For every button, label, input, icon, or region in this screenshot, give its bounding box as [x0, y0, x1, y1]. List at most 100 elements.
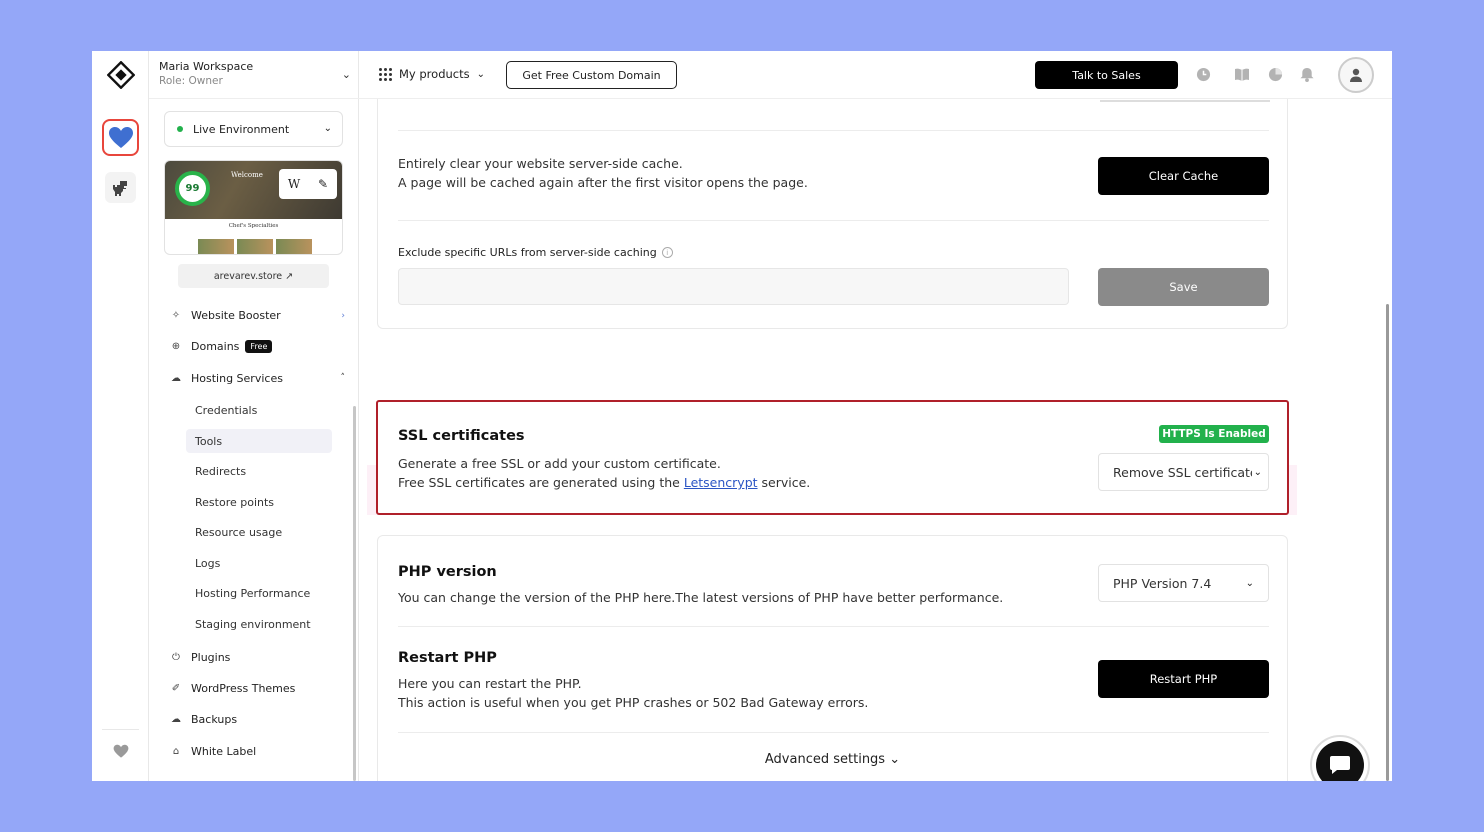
top-bar: My products ⌄ Get Free Custom Domain Tal… — [359, 51, 1392, 99]
php-version-description: You can change the version of the PHP he… — [398, 590, 1004, 605]
php-version-select[interactable]: PHP Version 7.4 ⌄ — [1098, 564, 1269, 602]
performance-score: 99 — [175, 171, 210, 206]
restart-php-line2: This action is useful when you get PHP c… — [398, 695, 869, 710]
cloud-upload-icon: ☁ — [171, 714, 181, 725]
app-window: Maria Workspace Role: Owner ⌄ Live Envir… — [92, 51, 1392, 781]
sidebar-subitem-tools[interactable]: Tools — [186, 429, 332, 453]
favorites-heart-icon[interactable] — [102, 729, 139, 759]
preview-toolbar: W ✎ — [279, 169, 337, 199]
nav-label: Plugins — [191, 651, 231, 664]
ssl-line2-suffix: service. — [757, 475, 811, 490]
site-url-link[interactable]: arevarev.store ↗ — [178, 264, 329, 288]
tag-icon: ⌂ — [172, 746, 180, 757]
environment-label: Live Environment — [193, 122, 290, 136]
main-scrollbar[interactable] — [1386, 304, 1389, 781]
sparkle-wand-icon: ✧ — [171, 310, 181, 321]
talk-to-sales-button[interactable]: Talk to Sales — [1035, 61, 1178, 89]
divider — [398, 130, 1269, 131]
sidebar-item-domains[interactable]: ⊕ Domains Free — [169, 340, 273, 353]
sidebar-subitem-credentials[interactable]: Credentials — [186, 398, 332, 422]
ssl-line2-prefix: Free SSL certificates are generated usin… — [398, 475, 684, 490]
chat-bubble-icon — [1316, 741, 1364, 781]
divider — [398, 626, 1269, 627]
ssl-certificates-card: SSL certificates HTTPS Is Enabled Genera… — [376, 400, 1289, 515]
advanced-settings-toggle[interactable]: Advanced settings ⌄ — [378, 752, 1287, 767]
sidebar-item-wordpress-themes[interactable]: ✐ WordPress Themes — [169, 682, 296, 695]
sidebar-subitem-logs[interactable]: Logs — [186, 551, 332, 575]
nav-label: WordPress Themes — [191, 682, 296, 695]
sidebar-subitem-resource-usage[interactable]: Resource usage — [186, 520, 332, 544]
edit-pencil-icon[interactable]: ✎ — [318, 177, 328, 191]
restart-php-line1: Here you can restart the PHP. — [398, 676, 582, 691]
site-heart-icon[interactable] — [102, 119, 139, 156]
cloud-icon: ☁ — [171, 373, 181, 384]
cache-description-line1: Entirely clear your website server-side … — [398, 156, 683, 171]
divider — [398, 732, 1269, 733]
info-icon[interactable]: i — [661, 247, 673, 258]
chevron-down-icon: ⌄ — [341, 68, 351, 81]
sidebar-subitem-hosting-performance[interactable]: Hosting Performance — [186, 581, 332, 605]
chevron-up-icon: ˄ — [340, 373, 346, 383]
site-preview[interactable]: Welcome 99 W ✎ Chef's Specialties — [164, 160, 343, 255]
workspace-name: Maria Workspace — [159, 60, 254, 73]
nav-label: Backups — [191, 713, 238, 726]
nav-label: Domains — [191, 340, 240, 353]
plug-icon: ⏻ — [172, 652, 180, 663]
exclude-urls-label: Exclude specific URLs from server-side c… — [398, 246, 673, 259]
main-content: Entirely clear your website server-side … — [359, 99, 1392, 781]
status-dot-icon — [177, 126, 183, 132]
globe-icon: ⊕ — [171, 341, 181, 352]
chevron-down-icon: ⌄ — [323, 123, 332, 134]
workspace-role: Role: Owner — [159, 75, 223, 87]
restart-php-title: Restart PHP — [398, 650, 497, 666]
book-icon[interactable] — [1233, 65, 1251, 83]
exclude-urls-text: Exclude specific URLs from server-side c… — [398, 246, 657, 259]
sidebar-item-white-label[interactable]: ⌂ White Label — [169, 745, 256, 758]
user-avatar[interactable] — [1338, 57, 1374, 93]
get-free-domain-button[interactable]: Get Free Custom Domain — [506, 61, 677, 89]
pie-chart-icon[interactable] — [1266, 65, 1284, 83]
sidebar-item-backups[interactable]: ☁ Backups — [169, 713, 237, 726]
sidebar-item-plugins[interactable]: ⏻ Plugins — [169, 651, 230, 664]
sidebar-scrollbar[interactable] — [353, 406, 356, 781]
save-button[interactable]: Save — [1098, 268, 1269, 306]
divider — [398, 220, 1269, 221]
paint-brush-icon: ✐ — [171, 683, 181, 694]
chevron-down-icon: ⌄ — [476, 68, 485, 80]
restart-php-button[interactable]: Restart PHP — [1098, 660, 1269, 698]
previous-field-edge — [1100, 100, 1270, 102]
php-version-title: PHP version — [398, 564, 497, 580]
my-products-menu[interactable]: My products ⌄ — [379, 67, 485, 81]
sidebar-subitem-restore-points[interactable]: Restore points — [186, 490, 332, 514]
chevron-down-icon: ⌄ — [1251, 466, 1262, 478]
sidebar-subitem-redirects[interactable]: Redirects — [186, 459, 332, 483]
cache-card: Entirely clear your website server-side … — [377, 99, 1288, 329]
chat-button[interactable] — [1310, 735, 1370, 781]
clock-icon[interactable] — [1194, 65, 1212, 83]
exclude-urls-input[interactable] — [398, 268, 1069, 305]
php-card: PHP version You can change the version o… — [377, 535, 1288, 781]
sidebar-subitem-staging-environment[interactable]: Staging environment — [186, 612, 332, 636]
https-enabled-badge: HTTPS Is Enabled — [1159, 425, 1269, 443]
wordpress-icon[interactable]: W — [288, 177, 300, 191]
environment-select[interactable]: Live Environment ⌄ — [164, 111, 343, 147]
site-rail — [92, 51, 149, 781]
ssl-title: SSL certificates — [398, 428, 525, 444]
workspace-switcher[interactable]: Maria Workspace Role: Owner ⌄ — [149, 51, 359, 99]
my-products-label: My products — [399, 67, 470, 81]
brand-logo-icon[interactable] — [106, 60, 136, 90]
sidebar-item-website-booster[interactable]: ✧ Website Booster — [169, 309, 281, 322]
sidebar-item-hosting-services[interactable]: ☁ Hosting Services — [169, 372, 283, 385]
ssl-description-line1: Generate a free SSL or add your custom c… — [398, 456, 721, 471]
preview-subtitle: Chef's Specialties — [228, 223, 279, 229]
preview-hero-title: Welcome — [231, 171, 263, 179]
letsencrypt-link[interactable]: Letsencrypt — [684, 475, 758, 490]
chevron-down-icon: ⌄ — [1245, 577, 1254, 589]
nav-label: White Label — [191, 745, 257, 758]
bell-icon[interactable] — [1298, 65, 1316, 83]
clear-cache-button[interactable]: Clear Cache — [1098, 157, 1269, 195]
dino-site-icon[interactable] — [105, 172, 136, 203]
php-select-value: PHP Version 7.4 — [1113, 575, 1212, 591]
ssl-action-select[interactable]: Remove SSL certificate ⌄ — [1098, 453, 1269, 491]
apps-grid-icon — [379, 67, 392, 81]
